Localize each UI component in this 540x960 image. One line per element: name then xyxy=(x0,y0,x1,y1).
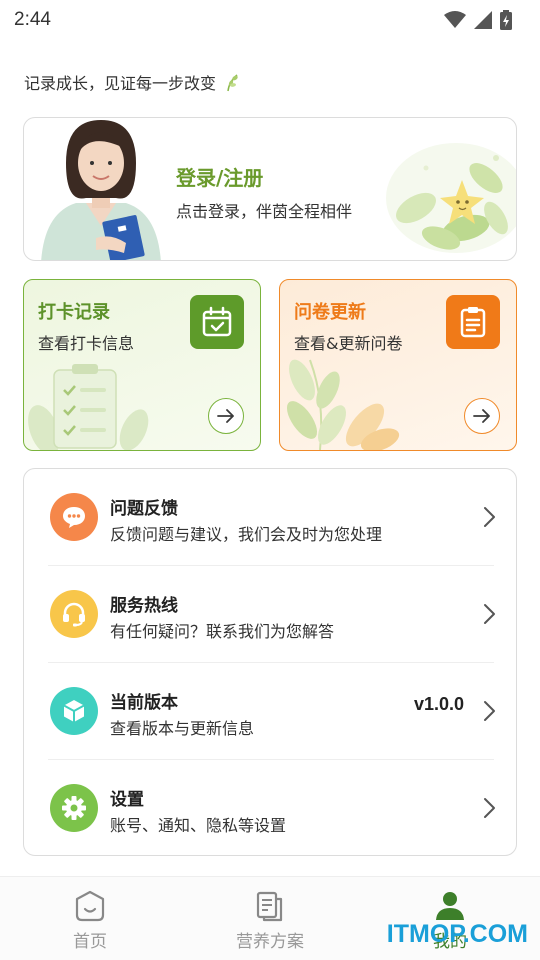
questionnaire-title: 问卷更新 xyxy=(294,302,366,323)
nav-home[interactable]: 首页 xyxy=(0,877,180,960)
slogan-text: 记录成长，见证每一步改变 xyxy=(24,74,217,93)
menu-subtitle: 反馈问题与建议，我们会及时为您处理 xyxy=(110,525,383,544)
menu-title: 设置 xyxy=(110,790,144,810)
signal-icon xyxy=(474,11,492,29)
chat-bubble-icon xyxy=(50,493,98,541)
leaf-sprout-icon xyxy=(227,74,238,92)
menu-title: 当前版本 xyxy=(110,693,178,713)
login-card[interactable]: 登录/注册 点击登录，伴茵全程相伴 xyxy=(23,117,517,261)
battery-icon xyxy=(500,10,512,30)
arrow-right-icon[interactable] xyxy=(208,398,244,434)
menu-title: 服务热线 xyxy=(110,596,178,616)
gear-icon xyxy=(50,784,98,832)
questionnaire-card[interactable]: 问卷更新 查看&更新问卷 xyxy=(279,279,517,451)
checkin-record-card[interactable]: 打卡记录 查看打卡信息 xyxy=(23,279,261,451)
login-subtitle: 点击登录，伴茵全程相伴 xyxy=(176,202,353,221)
menu-subtitle: 账号、通知、隐私等设置 xyxy=(110,816,287,835)
arrow-right-icon[interactable] xyxy=(464,398,500,434)
slogan: 记录成长，见证每一步改变 xyxy=(24,70,242,94)
leaves-illustration xyxy=(286,359,400,450)
chevron-right-icon xyxy=(484,507,495,527)
menu-item-settings[interactable]: 设置 账号、通知、隐私等设置 xyxy=(24,760,518,857)
plant-illustration xyxy=(386,143,516,253)
wifi-icon xyxy=(444,11,466,28)
menu-item-feedback[interactable]: 问题反馈 反馈问题与建议，我们会及时为您处理 xyxy=(24,469,518,566)
cube-icon xyxy=(50,687,98,735)
settings-menu: 问题反馈 反馈问题与建议，我们会及时为您处理 服务热线 有任何疑问？联系我们为您… xyxy=(23,468,517,856)
headset-icon xyxy=(50,590,98,638)
checkin-subtitle: 查看打卡信息 xyxy=(38,334,135,353)
clipboard-illustration xyxy=(28,364,149,450)
menu-item-hotline[interactable]: 服务热线 有任何疑问？联系我们为您解答 xyxy=(24,566,518,663)
nav-nutrition-plan[interactable]: 营养方案 xyxy=(180,877,360,960)
avatar xyxy=(41,120,161,260)
watermark: ITMOP.COM xyxy=(386,920,528,948)
version-number: v1.0.0 xyxy=(413,694,464,714)
calendar-check-icon xyxy=(190,295,244,349)
menu-item-version[interactable]: 当前版本 查看版本与更新信息 v1.0.0 xyxy=(24,663,518,760)
nav-label: 营养方案 xyxy=(236,932,304,952)
nav-label: 首页 xyxy=(73,932,107,952)
chevron-right-icon xyxy=(484,701,495,721)
person-icon xyxy=(436,892,464,920)
menu-subtitle: 查看版本与更新信息 xyxy=(110,719,255,738)
menu-title: 问题反馈 xyxy=(110,499,178,519)
questionnaire-subtitle: 查看&更新问卷 xyxy=(294,334,403,353)
home-face-icon xyxy=(75,890,105,922)
status-bar: 2:44 xyxy=(0,0,540,40)
login-title: 登录/注册 xyxy=(176,166,264,190)
menu-subtitle: 有任何疑问？联系我们为您解答 xyxy=(110,622,335,641)
status-time: 2:44 xyxy=(14,9,51,30)
chevron-right-icon xyxy=(484,604,495,624)
checkin-title: 打卡记录 xyxy=(38,302,110,323)
status-icons xyxy=(444,10,512,30)
document-icon xyxy=(256,891,283,922)
clipboard-icon xyxy=(446,295,500,349)
chevron-right-icon xyxy=(484,798,495,818)
